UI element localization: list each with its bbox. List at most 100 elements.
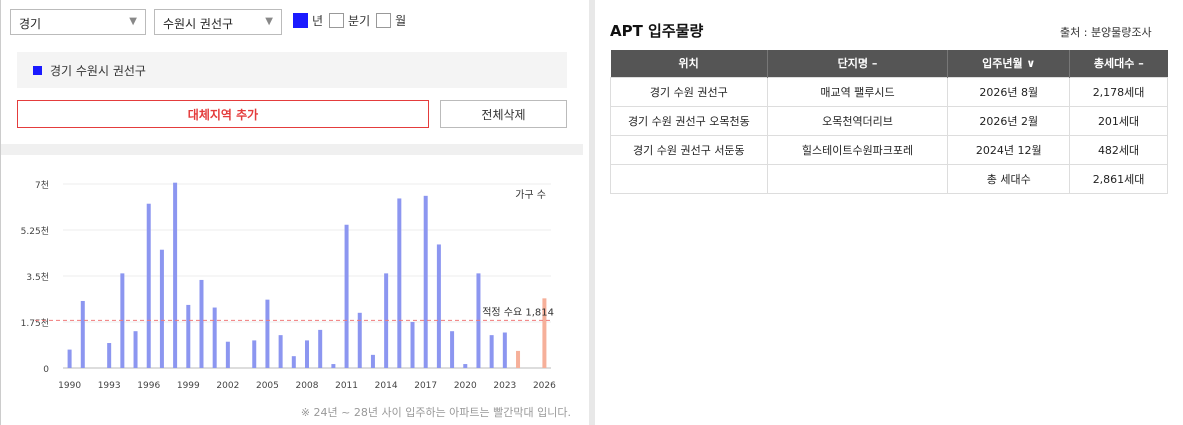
y-tick-label: 7천 xyxy=(35,180,49,191)
bar xyxy=(133,331,138,368)
legend-square-icon xyxy=(33,65,42,75)
left-panel: 경기 ▼ 수원시 권선구 ▼ 년 분기 월 경기 수원시 권선구 대체지역 추가… xyxy=(0,0,583,425)
section-divider xyxy=(1,144,583,155)
x-tick-label: 1999 xyxy=(177,381,200,391)
checkbox-month[interactable] xyxy=(376,13,392,28)
bar xyxy=(436,244,441,368)
bar xyxy=(357,312,362,368)
cell-complex: 힐스테이트수원파크포레 xyxy=(766,134,949,165)
chart-footnote: ※ 24년 ~ 28년 사이 입주하는 아파트는 빨간막대 입니다. xyxy=(300,406,571,419)
bar xyxy=(199,279,204,368)
checkbox-quarter[interactable] xyxy=(329,13,345,28)
x-tick-label: 2023 xyxy=(493,381,516,391)
cell-move-in: 2026년 8월 xyxy=(947,76,1071,107)
bar xyxy=(318,329,323,368)
option-year-label: 년 xyxy=(312,14,324,28)
bar xyxy=(67,349,72,368)
bar xyxy=(344,224,349,368)
bar xyxy=(278,335,283,368)
x-tick-label: 2020 xyxy=(454,381,477,391)
x-tick-label: 1990 xyxy=(58,381,81,391)
table-row: 경기 수원 권선구 매교역 팰루시드 2026년 8월 2,178세대 xyxy=(610,76,1168,107)
selected-region: 경기 수원시 권선구 xyxy=(17,52,567,88)
cell-households: 2,178세대 xyxy=(1069,76,1168,107)
selected-region-label: 경기 수원시 권선구 xyxy=(50,63,146,78)
y-tick-label: 3.5천 xyxy=(26,272,49,283)
bar xyxy=(212,307,217,368)
y-tick-label: 1.75천 xyxy=(21,318,49,329)
bar xyxy=(331,364,336,368)
cell-complex xyxy=(766,163,949,194)
cell-complex: 매교역 팰루시드 xyxy=(766,76,949,107)
chevron-down-icon: ▼ xyxy=(265,16,273,27)
cell-location: 경기 수원 권선구 오목천동 xyxy=(610,105,768,136)
bar xyxy=(489,335,494,368)
apt-table-source: 출처 : 분양물량조사 xyxy=(1060,26,1152,39)
delete-all-button[interactable]: 전체삭제 xyxy=(440,100,567,128)
x-tick-label: 2005 xyxy=(256,381,279,391)
reference-label: 적정 수요 1,814 xyxy=(482,306,554,318)
bar xyxy=(146,203,151,368)
cell-move-in: 2026년 2월 xyxy=(947,105,1071,136)
cell-total-label: 총 세대수 xyxy=(947,163,1071,194)
table-row: 경기 수원 권선구 오목천동 오목천역더리브 2026년 2월 201세대 xyxy=(610,105,1168,136)
option-quarter[interactable]: 분기 xyxy=(329,12,370,29)
col-location[interactable]: 위치 xyxy=(610,50,768,77)
option-month[interactable]: 월 xyxy=(376,12,406,29)
x-tick-label: 2002 xyxy=(216,381,239,391)
bar xyxy=(159,249,164,368)
col-complex[interactable]: 단지명 – xyxy=(767,50,949,77)
x-tick-label: 2011 xyxy=(335,381,358,391)
table-header-row: 위치 단지명 – 입주년월 ∨ 총세대수 – xyxy=(610,50,1168,77)
supply-bar-chart: 0 1.75천 3.5천 5.25천 7천 1990 1993 1996 1999 2002 200… xyxy=(21,180,556,391)
bar xyxy=(423,195,428,368)
x-tick-label: 1993 xyxy=(98,381,121,391)
y-tick-label: 0 xyxy=(43,365,49,375)
province-select-value: 경기 xyxy=(19,17,42,31)
y-tick-label: 5.25천 xyxy=(21,226,49,237)
x-tick-label: 2014 xyxy=(375,381,398,391)
chevron-down-icon: ▼ xyxy=(129,16,137,27)
bar xyxy=(450,331,455,368)
period-options: 년 분기 월 xyxy=(293,12,412,29)
province-select[interactable]: 경기 ▼ xyxy=(10,9,146,35)
district-select[interactable]: 수원시 권선구 ▼ xyxy=(154,9,282,35)
table-row: 경기 수원 권선구 서둔동 힐스테이트수원파크포레 2024년 12월 482세… xyxy=(610,134,1168,165)
bar xyxy=(80,300,85,368)
cell-complex: 오목천역더리브 xyxy=(766,105,949,136)
cell-location: 경기 수원 권선구 서둔동 xyxy=(610,134,768,165)
panel-separator xyxy=(589,0,595,425)
bar xyxy=(305,340,309,368)
checkbox-year[interactable] xyxy=(293,13,308,28)
bar xyxy=(291,356,296,368)
table-total-row: 총 세대수 2,861세대 xyxy=(610,163,1168,194)
x-tick-label: 2017 xyxy=(414,381,437,391)
col-move-in[interactable]: 입주년월 ∨ xyxy=(947,50,1071,77)
cell-households: 201세대 xyxy=(1069,105,1168,136)
bar xyxy=(410,322,415,368)
district-select-value: 수원시 권선구 xyxy=(163,17,234,31)
cell-location: 경기 수원 권선구 xyxy=(610,76,768,107)
option-quarter-label: 분기 xyxy=(348,14,371,28)
bar xyxy=(107,343,112,368)
add-region-button[interactable]: 대체지역 추가 xyxy=(17,100,429,128)
x-tick-label: 2026 xyxy=(533,381,556,391)
bar xyxy=(173,182,178,368)
bar xyxy=(370,354,375,368)
series-label: 가구 수 xyxy=(515,189,546,201)
apt-supply-table: 위치 단지명 – 입주년월 ∨ 총세대수 – 경기 수원 권선구 매교역 팰루시… xyxy=(610,50,1168,194)
bar xyxy=(516,350,521,368)
cell-location xyxy=(610,163,768,194)
bar xyxy=(252,340,257,368)
cell-households: 482세대 xyxy=(1069,134,1168,165)
x-tick-label: 2008 xyxy=(296,381,319,391)
bar xyxy=(502,332,507,368)
option-year[interactable]: 년 xyxy=(293,12,323,29)
x-tick-label: 1996 xyxy=(137,381,160,391)
bar xyxy=(186,304,191,368)
cell-total-households: 2,861세대 xyxy=(1069,163,1168,194)
apt-table-title: APT 입주물량 xyxy=(610,22,704,40)
option-month-label: 월 xyxy=(395,14,407,28)
bar xyxy=(265,299,270,368)
col-households[interactable]: 총세대수 – xyxy=(1069,50,1168,77)
